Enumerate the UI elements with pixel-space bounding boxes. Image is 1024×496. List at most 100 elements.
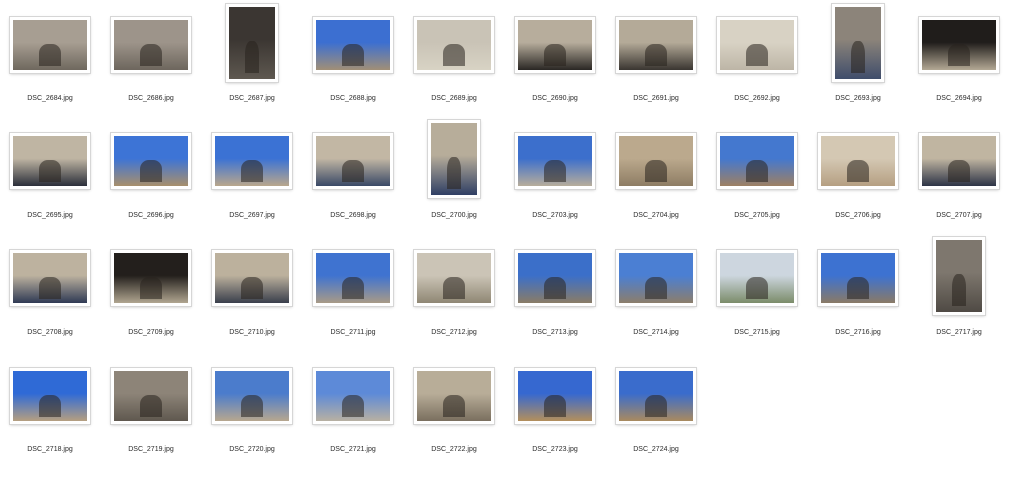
file-icon[interactable]: DSC_2718.jpg: [0, 0, 100, 453]
photo-preview: [316, 136, 390, 186]
file-icon[interactable]: DSC_2715.jpg: [707, 0, 807, 336]
file-name-label: DSC_2708.jpg: [27, 329, 73, 336]
arch-shape: [745, 159, 769, 182]
file-name-label: DSC_2722.jpg: [431, 446, 477, 453]
photo-preview: [215, 136, 289, 186]
photo-preview: [821, 253, 895, 303]
file-thumbnail[interactable]: [10, 133, 90, 189]
photo-preview: [114, 253, 188, 303]
file-thumbnail[interactable]: [515, 133, 595, 189]
photo-preview: [417, 371, 491, 421]
file-thumbnail[interactable]: [111, 368, 191, 424]
file-thumbnail[interactable]: [818, 250, 898, 306]
file-thumbnail[interactable]: [212, 250, 292, 306]
photo-preview: [431, 123, 477, 195]
file-thumbnail[interactable]: [111, 133, 191, 189]
file-thumbnail[interactable]: [616, 133, 696, 189]
photo-preview: [417, 253, 491, 303]
arch-shape: [846, 276, 870, 299]
file-thumbnail[interactable]: [428, 120, 480, 198]
file-name-label: DSC_2695.jpg: [27, 212, 73, 219]
file-thumbnail[interactable]: [515, 250, 595, 306]
photo-preview: [720, 136, 794, 186]
file-thumbnail[interactable]: [717, 133, 797, 189]
file-thumbnail[interactable]: [10, 250, 90, 306]
file-name-label: DSC_2705.jpg: [734, 212, 780, 219]
arch-shape: [442, 276, 466, 299]
arch-shape: [543, 276, 567, 299]
photo-preview: [821, 136, 895, 186]
file-thumbnail[interactable]: [313, 250, 393, 306]
arch-shape: [341, 159, 365, 182]
arch-shape: [139, 276, 163, 299]
file-name-label: DSC_2698.jpg: [330, 212, 376, 219]
file-icon[interactable]: DSC_2719.jpg: [101, 0, 201, 453]
photo-preview: [316, 253, 390, 303]
file-thumbnail[interactable]: [313, 133, 393, 189]
file-thumbnail[interactable]: [313, 368, 393, 424]
file-name-label: DSC_2718.jpg: [27, 446, 73, 453]
file-thumbnail[interactable]: [919, 133, 999, 189]
photo-preview: [518, 253, 592, 303]
file-name-label: DSC_2721.jpg: [330, 446, 376, 453]
file-name-label: DSC_2710.jpg: [229, 329, 275, 336]
arch-shape: [644, 159, 668, 182]
arch-shape: [38, 159, 62, 182]
file-thumbnail[interactable]: [616, 250, 696, 306]
file-name-label: DSC_2706.jpg: [835, 212, 881, 219]
file-name-label: DSC_2696.jpg: [128, 212, 174, 219]
file-thumbnail[interactable]: [212, 368, 292, 424]
photo-preview: [619, 371, 693, 421]
photo-preview: [619, 136, 693, 186]
file-thumbnail[interactable]: [515, 368, 595, 424]
file-thumbnail[interactable]: [10, 368, 90, 424]
photo-preview: [215, 253, 289, 303]
file-thumbnail[interactable]: [212, 133, 292, 189]
arch-shape: [947, 159, 971, 182]
arch-shape: [846, 159, 870, 182]
photo-preview: [316, 371, 390, 421]
arch-shape: [240, 276, 264, 299]
arch-shape: [745, 276, 769, 299]
arch-shape: [442, 394, 466, 417]
photo-preview: [922, 136, 996, 186]
arch-shape: [644, 276, 668, 299]
arch-shape: [38, 394, 62, 417]
file-icon[interactable]: DSC_2724.jpg: [606, 0, 706, 453]
file-icon[interactable]: DSC_2721.jpg: [303, 0, 403, 453]
file-name-label: DSC_2715.jpg: [734, 329, 780, 336]
file-name-label: DSC_2717.jpg: [936, 329, 982, 336]
file-thumbnail[interactable]: [818, 133, 898, 189]
file-icon[interactable]: DSC_2716.jpg: [808, 0, 908, 336]
file-thumbnail[interactable]: [414, 250, 494, 306]
file-name-label: DSC_2724.jpg: [633, 446, 679, 453]
file-icon[interactable]: DSC_2720.jpg: [202, 0, 302, 453]
arch-shape: [341, 276, 365, 299]
file-thumbnail[interactable]: [111, 250, 191, 306]
file-thumbnail[interactable]: [933, 237, 985, 315]
arch-shape: [644, 394, 668, 417]
file-icon[interactable]: DSC_2722.jpg: [404, 0, 504, 453]
file-name-label: DSC_2716.jpg: [835, 329, 881, 336]
file-name-label: DSC_2711.jpg: [330, 329, 376, 336]
file-name-label: DSC_2709.jpg: [128, 329, 174, 336]
file-thumbnail[interactable]: [414, 368, 494, 424]
photo-preview: [13, 253, 87, 303]
file-icon[interactable]: DSC_2723.jpg: [505, 0, 605, 453]
arch-shape: [543, 394, 567, 417]
arch-shape: [447, 156, 461, 190]
photo-preview: [619, 253, 693, 303]
arch-shape: [341, 394, 365, 417]
file-name-label: DSC_2700.jpg: [431, 212, 477, 219]
arch-shape: [543, 159, 567, 182]
arch-shape: [38, 276, 62, 299]
file-thumbnail[interactable]: [717, 250, 797, 306]
file-thumbnail[interactable]: [616, 368, 696, 424]
photo-preview: [114, 136, 188, 186]
photo-preview: [518, 136, 592, 186]
file-icon[interactable]: DSC_2717.jpg: [909, 0, 1009, 336]
arch-shape: [139, 159, 163, 182]
file-name-label: DSC_2707.jpg: [936, 212, 982, 219]
photo-preview: [518, 371, 592, 421]
photo-preview: [936, 240, 982, 312]
